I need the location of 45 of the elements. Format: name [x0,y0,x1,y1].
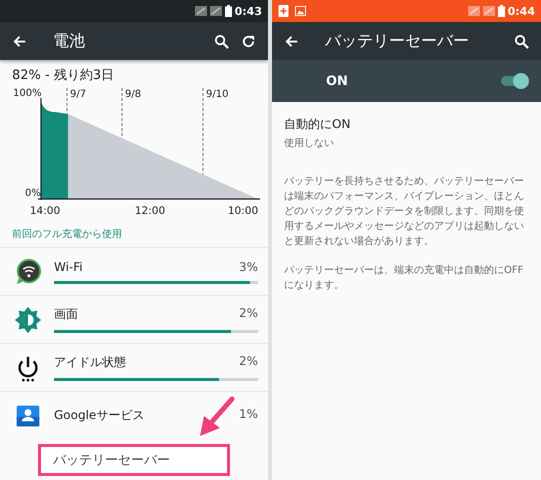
switch-label: ON [326,74,349,88]
back-arrow-icon[interactable] [284,34,299,48]
axis-label: 100% [13,88,42,99]
time-label: 14:00 [30,205,60,217]
toolbar-title: 電池 [53,30,86,52]
image-icon [295,5,306,17]
battery-plus-icon [278,5,289,17]
time-label: 10:00 [228,205,258,217]
brightness-icon [14,306,42,334]
date-label: 9/7 [70,89,86,100]
refresh-icon[interactable] [241,34,256,48]
sim-icon [210,6,222,16]
battery-icon [498,5,505,17]
app-name: 画面 [54,306,78,323]
search-icon[interactable] [214,34,229,48]
axis-label: 0% [25,188,41,199]
battery-summary: 82% - 残り約3日 [11,67,116,84]
description-text: バッテリーセーバーは、端末の充電中は自動的にOFFになります。 [284,264,524,293]
preference-title: 自動的にON [284,116,352,133]
usage-percent: 2% [238,306,258,322]
usage-percent: 1% [238,407,258,423]
date-label: 9/10 [206,89,228,100]
sim-icon [468,6,480,16]
status-time: 0:44 [508,4,535,18]
usage-percent: 3% [238,260,258,274]
preference-summary: 使用しない [284,137,335,150]
contact-icon [15,402,41,428]
app-name: アイドル状態 [54,354,126,371]
battery-icon [224,5,232,17]
app-name: Googleサービス [54,407,144,424]
callout-box: バッテリーセーバー [38,444,230,476]
toolbar-title: バッテリーセーバー [325,30,470,52]
time-label: 12:00 [134,205,166,217]
sim-icon [194,6,207,16]
sim-icon [482,6,495,16]
status-time: 0:43 [234,4,262,18]
preference-item[interactable]: 自動的にON 使用しない [272,102,541,160]
back-arrow-icon[interactable] [12,34,27,48]
description-text: バッテリーを長持ちさせるため、バッテリーセーバーは端末のパフォーマンス、バイブレーション、ほとんどのバックグラウンドデータを制限します。同期を使用するメールやメッセージなどのアプリは起動しないと更新されない場合があります。 [284,174,525,249]
app-name: Wi-Fi [54,260,83,274]
date-label: 9/8 [125,89,142,100]
usage-percent: 2% [238,354,258,370]
wifi-icon [14,258,42,286]
search-icon[interactable] [514,34,529,48]
section-header: 前回のフル充電から使用 [11,228,123,242]
